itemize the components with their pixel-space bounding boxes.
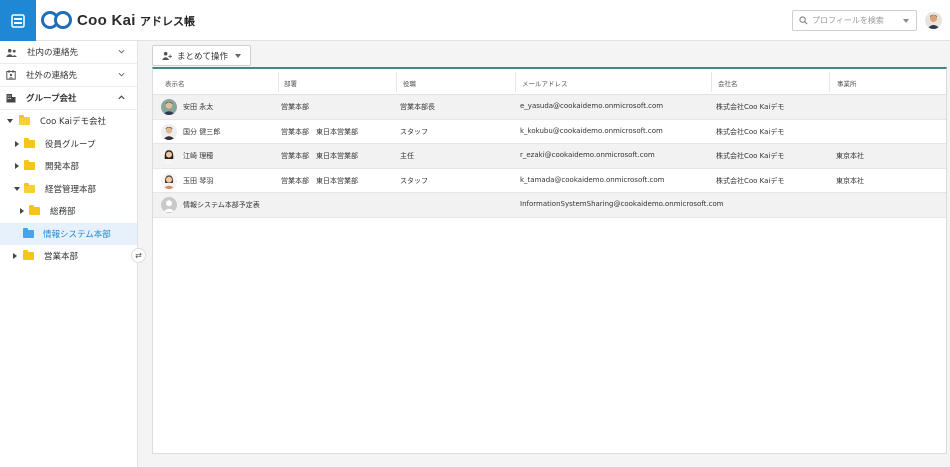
- column-header-title[interactable]: 役職: [403, 78, 416, 94]
- cell-email[interactable]: InformationSystemSharing@cookaidemo.onmi…: [520, 200, 724, 208]
- sidebar-section-external-contacts[interactable]: 社外の連絡先: [0, 64, 137, 87]
- calendar-contact-icon: [6, 70, 16, 80]
- building-icon: [6, 94, 16, 103]
- swap-arrows-icon: ⇄: [135, 251, 142, 260]
- cell-company: 株式会社Coo Kaiデモ: [716, 176, 785, 185]
- bulk-action-button[interactable]: まとめて操作: [152, 45, 251, 66]
- person-add-icon: [162, 51, 172, 60]
- app-launcher-button[interactable]: [0, 0, 36, 41]
- bulk-action-label: まとめて操作: [177, 51, 229, 62]
- folder-icon: [29, 205, 40, 216]
- tree-item-cookai-demo[interactable]: Coo Kaiデモ会社: [0, 110, 137, 133]
- tree-item-general-affairs[interactable]: 総務部: [0, 200, 137, 223]
- table-row[interactable]: 国分 健三郎 営業本部 東日本営業部 スタッフ k_kokubu@cookaid…: [153, 120, 946, 144]
- folder-open-icon: [19, 115, 30, 126]
- table-row[interactable]: 安田 永太 営業本部 営業本部長 e_yasuda@cookaidemo.onm…: [153, 95, 946, 120]
- chevron-down-icon: [118, 49, 125, 54]
- sidebar-section-label: グループ会社: [26, 94, 77, 104]
- expand-arrow-icon[interactable]: [11, 253, 19, 260]
- cell-department: 営業本部 東日本営業部: [281, 127, 358, 136]
- cell-department: 営業本部 東日本営業部: [281, 176, 358, 185]
- cell-department: 営業本部 東日本営業部: [281, 152, 358, 160]
- cell-email[interactable]: r_ezaki@cookaidemo.onmicrosoft.com: [520, 151, 655, 159]
- cell-title: スタッフ: [400, 127, 428, 136]
- sidebar-section-internal-contacts[interactable]: 社内の連絡先: [0, 41, 137, 64]
- folder-icon: [24, 160, 35, 171]
- tree-item-development[interactable]: 開発本部: [0, 155, 137, 178]
- cell-office: 東京本社: [836, 152, 864, 160]
- avatar: [161, 172, 177, 189]
- folder-icon: [24, 137, 35, 148]
- people-icon: [6, 48, 17, 57]
- tree-item-label: 役員グループ: [45, 139, 96, 150]
- folder-open-icon: [24, 182, 35, 193]
- tree-item-sales[interactable]: 営業本部: [0, 245, 137, 268]
- chevron-up-icon: [118, 95, 125, 100]
- tree-item-info-systems[interactable]: 情報システム本部: [0, 222, 137, 245]
- tree-item-management[interactable]: 経営管理本部: [0, 178, 137, 201]
- expand-arrow-icon[interactable]: [6, 119, 14, 124]
- tree-item-label: 総務部: [50, 207, 76, 218]
- chevron-down-icon[interactable]: [903, 18, 909, 23]
- cell-email[interactable]: e_yasuda@cookaidemo.onmicrosoft.com: [520, 102, 663, 110]
- tree-item-label: 開発本部: [45, 162, 80, 173]
- cell-email[interactable]: k_kokubu@cookaidemo.onmicrosoft.com: [520, 127, 663, 135]
- column-header-department[interactable]: 部署: [284, 78, 297, 94]
- cell-title: 主任: [400, 152, 414, 160]
- folder-open-icon: [23, 227, 34, 238]
- tree-item-label: 情報システム本部: [43, 229, 111, 240]
- sidebar-toggle-button[interactable]: ⇄: [131, 248, 146, 263]
- profile-search-input[interactable]: プロフィールを検索: [792, 10, 917, 31]
- cell-company: 株式会社Coo Kaiデモ: [716, 152, 785, 160]
- sidebar-section-group-companies[interactable]: グループ会社: [0, 87, 137, 110]
- column-header-email[interactable]: メールアドレス: [522, 78, 568, 94]
- search-icon: [799, 16, 808, 25]
- tree-item-label: 経営管理本部: [45, 184, 97, 195]
- avatar: [161, 99, 177, 115]
- table-row[interactable]: 玉田 琴羽 営業本部 東日本営業部 スタッフ k_tamada@cookaide…: [153, 169, 946, 193]
- table-row[interactable]: 情報システム本部予定表 InformationSystemSharing@coo…: [153, 193, 946, 218]
- table-row[interactable]: 江崎 理穂 営業本部 東日本営業部 主任 r_ezaki@cookaidemo.…: [153, 144, 946, 169]
- tree-item-label: Coo Kaiデモ会社: [40, 117, 107, 128]
- expand-arrow-icon[interactable]: [13, 186, 21, 191]
- cell-title: スタッフ: [400, 176, 428, 185]
- sidebar-section-label: 社内の連絡先: [27, 48, 79, 58]
- avatar: [161, 123, 177, 140]
- avatar: [161, 148, 177, 164]
- logo-text: Coo Kai: [77, 11, 136, 29]
- column-header-name[interactable]: 表示名: [165, 78, 185, 94]
- expand-arrow-icon[interactable]: [13, 163, 21, 170]
- user-avatar[interactable]: [925, 12, 942, 29]
- address-book-icon: [11, 13, 25, 28]
- chevron-down-icon: [235, 54, 241, 58]
- folder-icon: [23, 250, 34, 261]
- expand-arrow-icon[interactable]: [18, 208, 26, 215]
- column-header-office[interactable]: 事業所: [837, 78, 857, 94]
- cell-name: 玉田 琴羽: [183, 176, 214, 185]
- cell-name: 情報システム本部予定表: [183, 201, 260, 209]
- search-placeholder: プロフィールを検索: [812, 16, 884, 25]
- contacts-table: 表示名 部署 役職 メールアドレス 会社名 事業所 安田 永太 営業本部 営業本…: [152, 67, 947, 454]
- cell-name: 安田 永太: [183, 103, 214, 111]
- cell-office: 東京本社: [836, 176, 864, 185]
- cell-name: 国分 健三郎: [183, 127, 221, 136]
- page-title: アドレス帳: [140, 15, 195, 28]
- table-header: 表示名 部署 役職 メールアドレス 会社名 事業所: [153, 69, 946, 95]
- sidebar-section-label: 社外の連絡先: [26, 71, 78, 81]
- column-header-company[interactable]: 会社名: [718, 78, 738, 94]
- expand-arrow-icon[interactable]: [13, 140, 21, 147]
- tree-item-executive-group[interactable]: 役員グループ: [0, 133, 137, 156]
- cell-company: 株式会社Coo Kaiデモ: [716, 127, 785, 136]
- default-avatar-icon: [161, 197, 177, 213]
- sidebar: 社内の連絡先 社外の連絡先 グループ会社 Coo Kaiデモ会社 役員グループ …: [0, 41, 138, 467]
- cookai-logo: Coo Kai: [41, 9, 136, 31]
- app-header: Coo Kai アドレス帳 プロフィールを検索: [0, 0, 950, 41]
- cell-title: 営業本部長: [400, 103, 435, 111]
- chevron-down-icon: [118, 72, 125, 77]
- cell-name: 江崎 理穂: [183, 152, 214, 160]
- tree-item-label: 営業本部: [44, 252, 79, 263]
- cell-company: 株式会社Coo Kaiデモ: [716, 103, 785, 111]
- cell-email[interactable]: k_tamada@cookaidemo.onmicrosoft.com: [520, 176, 665, 184]
- cell-department: 営業本部: [281, 103, 309, 111]
